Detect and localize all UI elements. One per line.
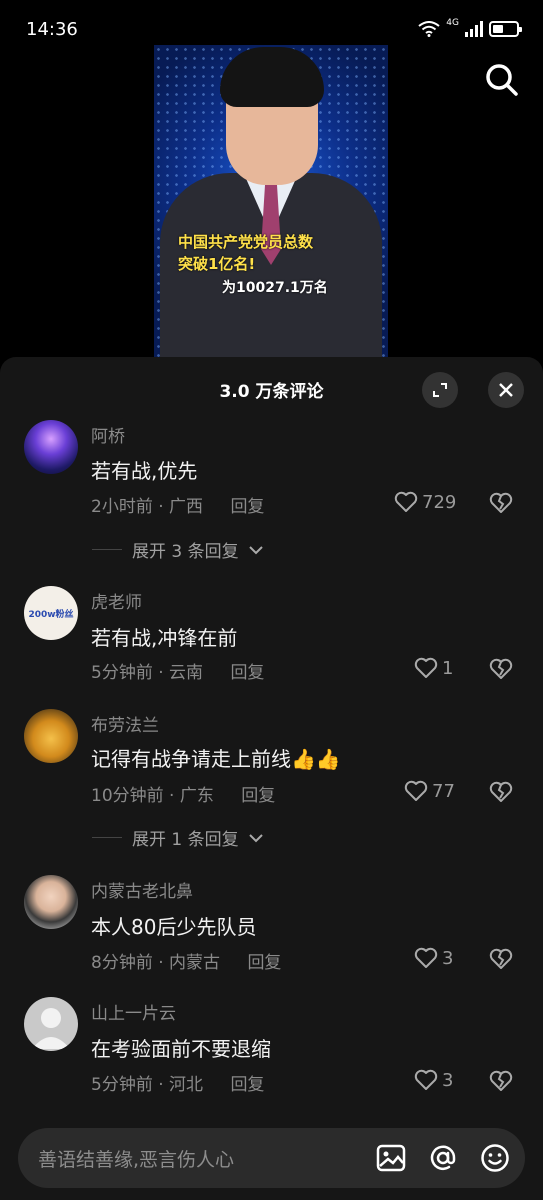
- avatar[interactable]: [24, 875, 78, 929]
- mention-button[interactable]: [421, 1136, 465, 1180]
- dislike-button[interactable]: [489, 948, 513, 974]
- reply-button[interactable]: 回复: [230, 1075, 264, 1095]
- dislike-button[interactable]: [489, 781, 513, 807]
- comment-text[interactable]: 在考验面前不要退缩: [91, 1033, 271, 1062]
- video-player[interactable]: 中国共产党党员总数 突破1亿名! 为10027.1万名: [154, 45, 388, 357]
- like-button[interactable]: 3: [414, 1069, 453, 1091]
- headline-line-1: 中国共产党党员总数: [178, 233, 314, 251]
- reply-button[interactable]: 回复: [230, 497, 264, 517]
- close-icon: [499, 383, 513, 397]
- comment-input-bar[interactable]: 善语结善缘,恶言伤人心: [18, 1128, 525, 1188]
- comment-username[interactable]: 布劳法兰: [91, 711, 159, 736]
- signal-icon: [465, 21, 483, 37]
- comment-meta: 8分钟前 · 内蒙古 回复: [91, 948, 281, 973]
- comment-text[interactable]: 若有战,冲锋在前: [91, 622, 237, 651]
- comment-text[interactable]: 若有战,优先: [91, 455, 197, 484]
- broken-heart-icon: [489, 492, 513, 513]
- comments-title: 3.0 万条评论: [219, 382, 324, 402]
- emoji-button[interactable]: [473, 1136, 517, 1180]
- like-count: 3: [442, 947, 454, 969]
- expand-button[interactable]: [422, 372, 458, 408]
- reply-button[interactable]: 回复: [241, 786, 275, 806]
- avatar[interactable]: 200w粉丝: [24, 586, 78, 640]
- network-label: 4G: [446, 18, 459, 28]
- like-button[interactable]: 1: [414, 657, 453, 679]
- comment-username[interactable]: 山上一片云: [91, 999, 176, 1024]
- at-icon: [430, 1145, 456, 1170]
- video-subline: 为10027.1万名: [222, 280, 328, 296]
- broken-heart-icon: [489, 658, 513, 679]
- comment-meta: 10分钟前 · 广东 回复: [91, 781, 275, 806]
- search-button[interactable]: [482, 60, 522, 100]
- image-button[interactable]: [369, 1136, 413, 1180]
- comments-header: 3.0 万条评论: [0, 357, 543, 419]
- like-button[interactable]: 77: [404, 780, 455, 802]
- like-count: 1: [442, 657, 454, 679]
- expand-replies-label: 展开 3 条回复: [132, 542, 239, 562]
- heart-icon: [414, 947, 438, 968]
- comment-time-location: 10分钟前 · 广东: [91, 786, 214, 806]
- like-count: 729: [422, 491, 457, 513]
- avatar[interactable]: [24, 997, 78, 1051]
- default-avatar-icon: [32, 1008, 70, 1049]
- comment-username[interactable]: 内蒙古老北鼻: [91, 877, 193, 902]
- status-time: 14:36: [26, 18, 78, 40]
- comment-input[interactable]: 善语结善缘,恶言伤人心: [38, 1145, 369, 1172]
- like-count: 3: [442, 1069, 454, 1091]
- heart-icon: [414, 1069, 438, 1090]
- like-count: 77: [432, 780, 455, 802]
- broken-heart-icon: [489, 1070, 513, 1091]
- comment-meta: 5分钟前 · 云南 回复: [91, 658, 264, 683]
- broken-heart-icon: [489, 781, 513, 802]
- dislike-button[interactable]: [489, 658, 513, 684]
- heart-icon: [394, 491, 418, 512]
- heart-icon: [404, 780, 428, 801]
- expand-replies-label: 展开 1 条回复: [132, 830, 239, 850]
- chevron-down-icon: [248, 545, 263, 554]
- dislike-button[interactable]: [489, 492, 513, 518]
- avatar[interactable]: [24, 420, 78, 474]
- emoji-icon: [481, 1144, 509, 1172]
- comment-username[interactable]: 阿桥: [91, 422, 125, 447]
- broken-heart-icon: [489, 948, 513, 969]
- expand-replies-button[interactable]: 展开 1 条回复: [92, 825, 263, 850]
- heart-icon: [414, 657, 438, 678]
- comment-meta: 5分钟前 · 河北 回复: [91, 1070, 264, 1095]
- comment-text[interactable]: 记得有战争请走上前线👍👍: [91, 743, 341, 772]
- expand-icon: [433, 383, 447, 397]
- comment-meta: 2小时前 · 广西 回复: [91, 492, 264, 517]
- video-headline: 中国共产党党员总数 突破1亿名!: [178, 231, 313, 275]
- close-button[interactable]: [488, 372, 524, 408]
- avatar[interactable]: [24, 709, 78, 763]
- like-button[interactable]: 3: [414, 947, 453, 969]
- headline-line-2: 突破1亿名!: [178, 255, 256, 273]
- comment-time-location: 5分钟前 · 河北: [91, 1075, 204, 1095]
- comment-time-location: 8分钟前 · 内蒙古: [91, 953, 221, 973]
- comment-time-location: 5分钟前 · 云南: [91, 663, 204, 683]
- comments-panel: 3.0 万条评论: [0, 357, 543, 1200]
- wifi-icon: [418, 21, 440, 37]
- expand-replies-button[interactable]: 展开 3 条回复: [92, 537, 263, 562]
- reply-button[interactable]: 回复: [230, 663, 264, 683]
- status-icons: 4G: [418, 18, 522, 37]
- comment-username[interactable]: 虎老师: [91, 588, 142, 613]
- comment-time-location: 2小时前 · 广西: [91, 497, 204, 517]
- like-button[interactable]: 729: [394, 491, 456, 513]
- battery-icon: [489, 21, 522, 37]
- dislike-button[interactable]: [489, 1070, 513, 1096]
- avatar-label: 200w粉丝: [28, 609, 74, 620]
- search-icon: [486, 64, 518, 96]
- image-icon: [376, 1144, 406, 1172]
- comment-text[interactable]: 本人80后少先队员: [91, 911, 256, 940]
- chevron-down-icon: [248, 833, 263, 842]
- reply-button[interactable]: 回复: [247, 953, 281, 973]
